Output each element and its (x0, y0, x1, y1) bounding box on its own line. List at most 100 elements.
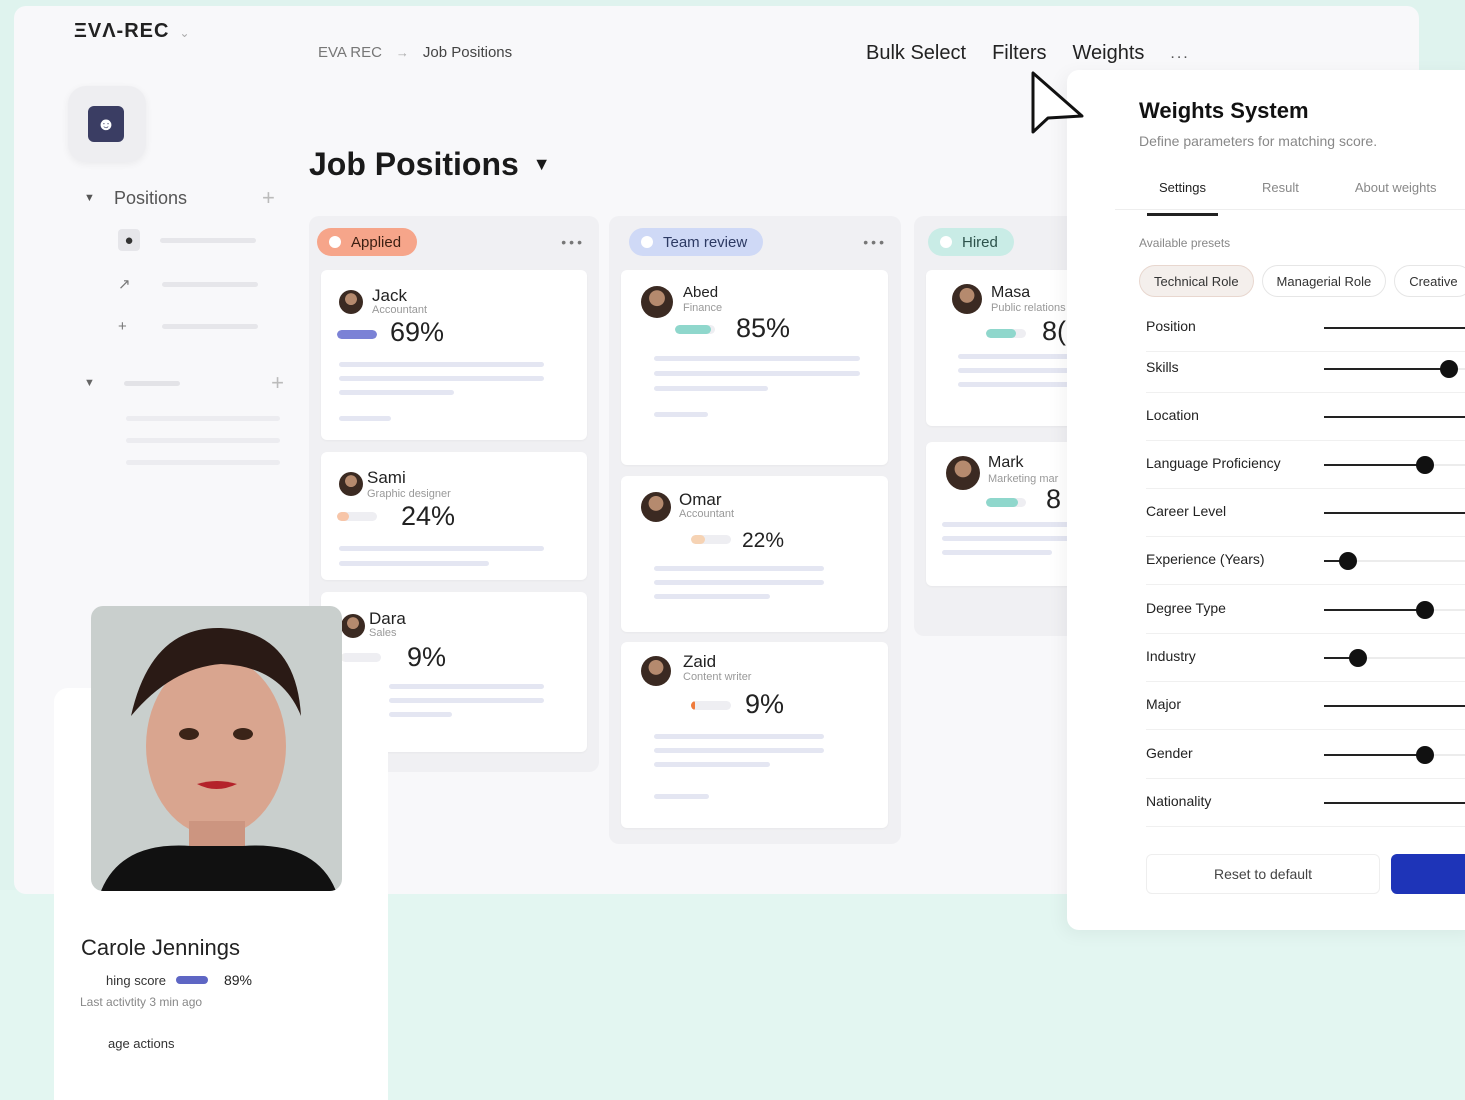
more-options-icon[interactable]: ... (1170, 45, 1189, 63)
candidate-card[interactable]: Masa Public relations 8( (926, 270, 1084, 426)
preset-creative[interactable]: Creative (1394, 265, 1465, 297)
placeholder-line (126, 416, 280, 421)
add-icon[interactable]: + (262, 185, 284, 211)
placeholder-line (339, 362, 544, 367)
column-header: Hired (922, 228, 1076, 256)
slider-knob[interactable] (1415, 601, 1434, 619)
match-score: 9% (407, 642, 447, 672)
panel-title: Weights System (1139, 98, 1309, 123)
placeholder-line (339, 390, 454, 395)
weight-slider[interactable] (1324, 456, 1465, 474)
candidate-role: Public relations (991, 302, 1066, 314)
slider-fill (1324, 327, 1465, 329)
breadcrumb-root[interactable]: EVA REC (318, 44, 382, 61)
page-title[interactable]: Job Positions ▼ (309, 146, 551, 183)
slider-knob[interactable] (1415, 456, 1434, 474)
sidebar-group-positions[interactable]: ▼ Positions + (84, 185, 284, 211)
apply-button[interactable] (1391, 854, 1465, 894)
weight-label: Language Proficiency (1146, 455, 1281, 471)
placeholder-line (160, 237, 256, 243)
score-bar (175, 976, 208, 984)
reset-to-default-button[interactable]: Reset to default (1146, 854, 1380, 894)
column-header: Team review ••• (617, 228, 893, 256)
placeholder-line (654, 356, 860, 361)
weight-row: Language Proficiency (1146, 441, 1465, 489)
placeholder-line (654, 734, 824, 739)
candidate-card[interactable]: Mark Marketing mar 8 (926, 442, 1084, 586)
panel-tabs: Settings Result About weights (1147, 180, 1449, 216)
weight-label: Skills (1146, 359, 1179, 375)
weight-slider[interactable] (1324, 802, 1465, 804)
candidate-card[interactable]: Abed Finance 85% (621, 270, 888, 465)
weights-button[interactable]: Weights (1073, 42, 1145, 65)
score-bar (675, 325, 715, 334)
placeholder-line (339, 561, 489, 566)
candidate-card[interactable]: Omar Accountant 22% (621, 476, 888, 632)
weight-slider[interactable] (1324, 601, 1465, 619)
slider-knob[interactable] (1415, 746, 1434, 764)
candidate-name: Abed (683, 284, 719, 301)
sidebar-item[interactable]: + (118, 314, 278, 338)
weight-label: Gender (1146, 745, 1193, 761)
add-icon[interactable]: + (271, 370, 284, 396)
sidebar-item[interactable]: ↗ (118, 272, 278, 296)
toolbar: Bulk Select Filters Weights ... (866, 42, 1190, 65)
candidate-role: Finance (683, 302, 723, 314)
weight-slider[interactable] (1324, 327, 1465, 329)
score-value: 89% (223, 972, 253, 988)
arrow-right-icon: → (395, 45, 409, 60)
placeholder-line (654, 371, 860, 376)
tab-result[interactable]: Result (1250, 180, 1311, 216)
collapse-triangle-icon[interactable]: ▼ (84, 377, 124, 389)
score-bar-fill (691, 535, 705, 544)
profile-name: Carole Jennings (81, 935, 240, 960)
weight-slider[interactable] (1324, 512, 1465, 514)
match-score: 85% (736, 313, 791, 343)
placeholder-line (942, 550, 1052, 555)
collapse-triangle-icon[interactable]: ▼ (84, 192, 114, 204)
status-pill-hired[interactable]: Hired (928, 228, 1014, 256)
candidate-card[interactable]: Zaid Content writer 9% (621, 642, 888, 828)
filters-button[interactable]: Filters (992, 42, 1046, 65)
preset-technical-role[interactable]: Technical Role (1139, 265, 1254, 297)
manage-actions-link[interactable]: age actions (108, 1036, 175, 1051)
status-dot (329, 236, 341, 248)
more-options-icon[interactable]: ••• (863, 234, 893, 250)
status-pill-team-review[interactable]: Team review (629, 228, 764, 256)
weight-slider[interactable] (1324, 416, 1465, 418)
sidebar-item[interactable]: ● (118, 228, 278, 252)
workspace-avatar-tile[interactable]: ☻ (68, 86, 146, 162)
weight-slider[interactable] (1324, 360, 1465, 378)
caret-down-icon[interactable]: ▼ (533, 154, 551, 175)
mouse-cursor-icon (1031, 71, 1084, 134)
placeholder-line (958, 354, 1084, 359)
weight-slider[interactable] (1324, 746, 1465, 764)
weight-label: Career Level (1146, 503, 1227, 519)
weight-slider[interactable] (1324, 649, 1465, 667)
kanban-column-hired: Hired Masa Public relations 8( Mark Mark… (914, 216, 1084, 636)
slider-knob[interactable] (1440, 360, 1459, 378)
sidebar-group-2[interactable]: ▼ + (84, 370, 284, 396)
placeholder-line (389, 698, 544, 703)
bulk-select-button[interactable]: Bulk Select (866, 42, 966, 65)
user-icon: ☻ (88, 106, 124, 142)
avatar (641, 492, 671, 522)
slider-knob[interactable] (1339, 552, 1358, 570)
preset-managerial-role[interactable]: Managerial Role (1261, 265, 1387, 297)
avatar (946, 456, 980, 490)
status-pill-applied[interactable]: Applied (317, 228, 418, 256)
tab-settings[interactable]: Settings (1147, 180, 1218, 216)
tab-about-weights[interactable]: About weights (1343, 180, 1449, 216)
weight-slider[interactable] (1324, 705, 1465, 707)
candidate-card[interactable]: Sami Graphic designer 24% (321, 452, 587, 580)
more-options-icon[interactable]: ••• (561, 234, 591, 250)
score-bar (691, 535, 731, 544)
weight-row: Skills (1146, 345, 1465, 393)
slider-knob[interactable] (1348, 649, 1367, 667)
avatar (641, 286, 673, 318)
app-logo[interactable]: ΞVΛ-REC ⌄ (74, 20, 191, 43)
candidate-card[interactable]: Jack Accountant 69% (321, 270, 587, 440)
chevron-down-icon[interactable]: ⌄ (179, 26, 190, 40)
match-score: 9% (745, 689, 785, 719)
weight-slider[interactable] (1324, 552, 1465, 570)
